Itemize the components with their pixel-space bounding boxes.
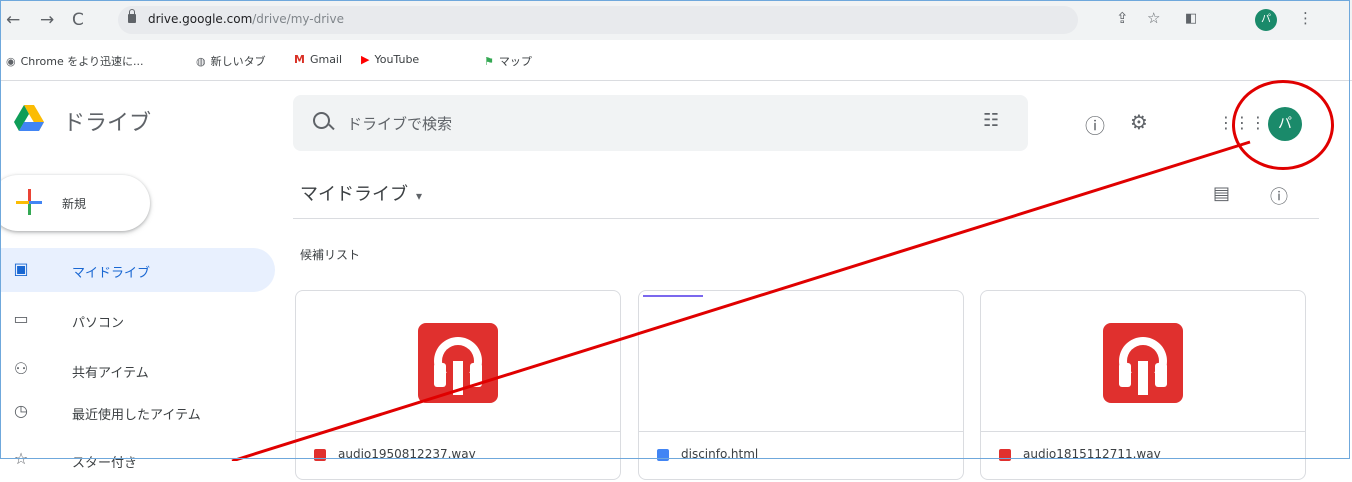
bookmark-chrome[interactable]: ◉ Chrome をより迅速に...: [6, 53, 144, 69]
star-icon: ☆: [13, 449, 29, 468]
bookmark-maps[interactable]: ⚑ マップ: [484, 53, 532, 69]
file-card[interactable]: discinfo.html: [638, 290, 964, 480]
drive-brand-title[interactable]: ドライブ: [63, 105, 151, 137]
globe-icon: ◍: [196, 55, 206, 68]
divider: [293, 218, 1319, 219]
account-avatar[interactable]: パ: [1268, 107, 1302, 141]
search-icon[interactable]: [313, 112, 330, 129]
chevron-down-icon[interactable]: ▾: [416, 189, 422, 203]
info-icon[interactable]: ⓘ: [1270, 183, 1288, 209]
audio-file-icon: [1103, 323, 1183, 403]
search-options-icon[interactable]: ☷: [983, 110, 999, 131]
audio-icon: [314, 448, 326, 461]
search-bar[interactable]: ドライブで検索 ☷: [293, 95, 1028, 151]
drive-logo-icon[interactable]: [14, 105, 44, 131]
sidebar-item-starred[interactable]: ☆ スター付き: [0, 438, 275, 482]
my-drive-icon: ▣: [13, 259, 29, 278]
bookmarks-bar: ◉ Chrome をより迅速に... ◍ 新しいタブ M Gmail ▶ YouTube…: [0, 40, 1352, 81]
audio-file-icon: [418, 323, 498, 403]
url-text: drive.google.com/drive/my-drive: [148, 12, 344, 26]
settings-gear-icon[interactable]: ⚙: [1130, 110, 1148, 134]
file-thumbnail: [639, 291, 963, 431]
file-name: audio1950812237.wav: [314, 447, 476, 461]
file-card[interactable]: audio1950812237.wav: [295, 290, 621, 480]
plus-icon: [16, 189, 42, 215]
sidebar-item-label: パソコン: [72, 316, 125, 331]
bookmark-youtube[interactable]: ▶ YouTube: [361, 53, 419, 66]
side-panel-icon[interactable]: ◧: [1185, 11, 1197, 26]
gmail-icon: M: [294, 53, 305, 66]
sidebar-item-label: マイドライブ: [72, 266, 151, 281]
share-icon[interactable]: ⇪: [1116, 9, 1129, 27]
shared-icon: ⚇: [13, 359, 29, 378]
bookmark-star-icon[interactable]: ☆: [1147, 9, 1160, 27]
new-button-label: 新規: [62, 197, 87, 211]
file-thumbnail: [981, 291, 1305, 431]
apps-grid-icon[interactable]: ⋮⋮⋮: [1218, 113, 1266, 132]
computer-icon: ▭: [13, 309, 29, 328]
sidebar-item-label: 共有アイテム: [72, 366, 149, 381]
list-view-icon[interactable]: ▤: [1213, 183, 1230, 204]
clock-icon: ◷: [14, 401, 28, 420]
bookmark-new-tab[interactable]: ◍ 新しいタブ: [196, 53, 266, 69]
audio-icon: [999, 448, 1011, 461]
search-placeholder[interactable]: ドライブで検索: [347, 113, 452, 134]
sidebar-item-recent[interactable]: ◷ 最近使用したアイテム: [0, 390, 275, 434]
sidebar-item-label: スター付き: [72, 456, 138, 471]
page-title[interactable]: マイドライブ ▾: [300, 180, 422, 206]
document-icon: [657, 448, 669, 461]
menu-kebab-icon[interactable]: ⋮: [1298, 9, 1313, 27]
lock-icon: [128, 9, 136, 23]
file-card[interactable]: audio1815112711.wav: [980, 290, 1306, 480]
back-arrow-icon[interactable]: ←: [6, 10, 20, 30]
chrome-icon: ◉: [6, 55, 16, 68]
address-bar[interactable]: drive.google.com/drive/my-drive: [118, 6, 1078, 34]
file-name: audio1815112711.wav: [999, 447, 1161, 461]
bookmark-gmail[interactable]: M Gmail: [294, 53, 342, 66]
sidebar-item-my-drive[interactable]: ▣ マイドライブ: [0, 248, 275, 292]
sidebar-item-label: 最近使用したアイテム: [72, 408, 201, 423]
browser-profile-avatar[interactable]: パ: [1255, 9, 1277, 31]
file-name: discinfo.html: [657, 447, 758, 461]
help-icon[interactable]: ⓘ: [1085, 110, 1105, 139]
youtube-icon: ▶: [361, 53, 370, 66]
reload-icon[interactable]: C: [72, 10, 84, 30]
section-label: 候補リスト: [300, 248, 361, 262]
forward-arrow-icon[interactable]: →: [40, 10, 54, 30]
file-thumbnail: [296, 291, 620, 431]
sidebar-item-shared[interactable]: ⚇ 共有アイテム: [0, 348, 275, 392]
browser-toolbar: ← → C drive.google.com/drive/my-drive ⇪ …: [0, 0, 1352, 40]
sidebar-item-computers[interactable]: ▭ パソコン: [0, 298, 275, 342]
maps-icon: ⚑: [484, 55, 494, 68]
new-button[interactable]: 新規: [0, 175, 150, 231]
